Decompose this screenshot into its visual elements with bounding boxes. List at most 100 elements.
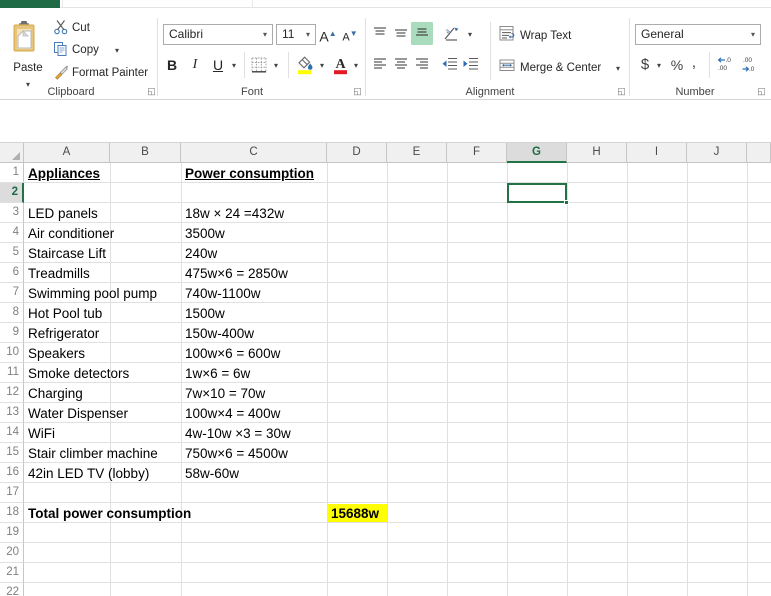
cell-a9-appliance[interactable]: Refrigerator: [25, 324, 99, 342]
bold-button[interactable]: B: [163, 55, 181, 75]
cell-c8-power[interactable]: 1500w: [182, 304, 225, 322]
row-header-6[interactable]: 6: [0, 263, 24, 283]
underline-button[interactable]: U: [209, 55, 227, 75]
row-header-16[interactable]: 16: [0, 463, 24, 483]
align-left-icon[interactable]: [371, 55, 389, 73]
orientation-icon[interactable]: a: [443, 24, 462, 43]
row-header-19[interactable]: 19: [0, 523, 24, 543]
cut-icon[interactable]: [53, 19, 69, 35]
cell-a4-appliance[interactable]: Air conditioner: [25, 224, 114, 242]
increase-decimal-icon[interactable]: .0 .00: [716, 56, 736, 74]
cell-c9-power[interactable]: 150w-400w: [182, 324, 254, 342]
clipboard-dialog-launcher[interactable]: ◱: [146, 86, 157, 97]
merge-center-icon[interactable]: [499, 57, 516, 74]
column-header-b[interactable]: B: [110, 143, 181, 163]
wrap-text-label[interactable]: Wrap Text: [520, 27, 571, 45]
paste-button[interactable]: Paste ▾: [4, 18, 52, 94]
row-header-9[interactable]: 9: [0, 323, 24, 343]
cell-c10-power[interactable]: 100w×6 = 600w: [182, 344, 280, 362]
column-header-f[interactable]: F: [447, 143, 507, 163]
column-header-i[interactable]: I: [627, 143, 687, 163]
number-format-combo[interactable]: General ▾: [635, 24, 761, 45]
cell-c1-power-header[interactable]: Power consumption: [182, 164, 314, 182]
decrease-decimal-icon[interactable]: .00 .0: [740, 56, 760, 74]
cell-a16-appliance[interactable]: 42in LED TV (lobby): [25, 464, 149, 482]
fill-color-caret-icon[interactable]: ▾: [316, 56, 328, 76]
cell-c5-power[interactable]: 240w: [182, 244, 217, 262]
orientation-caret-icon[interactable]: ▾: [464, 25, 476, 45]
cell-a15-appliance[interactable]: Stair climber machine: [25, 444, 158, 462]
row-header-15[interactable]: 15: [0, 443, 24, 463]
row-header-17[interactable]: 17: [0, 483, 24, 503]
grow-font-button[interactable]: A▲: [318, 24, 338, 45]
column-header-h[interactable]: H: [567, 143, 627, 163]
column-header-g[interactable]: G: [507, 143, 567, 163]
cell-c12-power[interactable]: 7w×10 = 70w: [182, 384, 265, 402]
cell-a12-appliance[interactable]: Charging: [25, 384, 83, 402]
cell-d18-total-value[interactable]: 15688w: [328, 504, 387, 522]
cell-a3-appliance[interactable]: LED panels: [25, 204, 98, 222]
percent-button[interactable]: %: [669, 55, 685, 75]
font-dialog-launcher[interactable]: ◱: [352, 86, 363, 97]
merge-center-caret-icon[interactable]: ▾: [612, 59, 624, 79]
cell-c4-power[interactable]: 3500w: [182, 224, 225, 242]
wrap-text-icon[interactable]: [499, 25, 516, 42]
cell-c7-power[interactable]: 740w-1100w: [182, 284, 261, 302]
cell-a10-appliance[interactable]: Speakers: [25, 344, 85, 362]
row-header-18[interactable]: 18: [0, 503, 24, 523]
row-header-3[interactable]: 3: [0, 203, 24, 223]
row-header-4[interactable]: 4: [0, 223, 24, 243]
cell-a8-appliance[interactable]: Hot Pool tub: [25, 304, 102, 322]
cell-a5-appliance[interactable]: Staircase Lift: [25, 244, 106, 262]
cell-c3-power[interactable]: 18w × 24 =432w: [182, 204, 284, 222]
cell-a6-appliance[interactable]: Treadmills: [25, 264, 90, 282]
font-color-caret-icon[interactable]: ▾: [350, 56, 362, 76]
cell-a13-appliance[interactable]: Water Dispenser: [25, 404, 128, 422]
cell-a18-total-label[interactable]: Total power consumption: [25, 504, 191, 522]
column-header-d[interactable]: D: [327, 143, 387, 163]
currency-button[interactable]: $: [638, 55, 652, 75]
select-all-corner[interactable]: [0, 143, 24, 163]
align-right-icon[interactable]: [413, 55, 431, 73]
align-center-icon[interactable]: [392, 55, 410, 73]
cell-c14-power[interactable]: 4w-10w ×3 = 30w: [182, 424, 291, 442]
row-header-10[interactable]: 10: [0, 343, 24, 363]
format-painter-label[interactable]: Format Painter: [72, 64, 148, 82]
row-header-2[interactable]: 2: [0, 183, 24, 203]
borders-caret-icon[interactable]: ▾: [270, 56, 282, 76]
shrink-font-button[interactable]: A▼: [340, 24, 360, 44]
currency-caret-icon[interactable]: ▾: [653, 56, 665, 76]
cell-c13-power[interactable]: 100w×4 = 400w: [182, 404, 280, 422]
italic-button[interactable]: I: [186, 55, 204, 75]
decrease-indent-icon[interactable]: [441, 55, 459, 73]
borders-icon[interactable]: [251, 57, 268, 74]
cut-label[interactable]: Cut: [72, 19, 90, 37]
top-align-icon[interactable]: [371, 24, 389, 42]
row-header-14[interactable]: 14: [0, 423, 24, 443]
row-header-21[interactable]: 21: [0, 563, 24, 583]
number-dialog-launcher[interactable]: ◱: [756, 86, 767, 97]
comma-button[interactable]: ,: [688, 53, 700, 73]
spreadsheet-grid[interactable]: ABCDEFGHIJ 1 2 3 4 5 6 7 8 9 10 11 12 13 14 15 16 17 18 19…: [0, 143, 771, 596]
increase-indent-icon[interactable]: [462, 55, 480, 73]
cell-a1-appliances-header[interactable]: Appliances: [25, 164, 100, 182]
cell-a14-appliance[interactable]: WiFi: [25, 424, 55, 442]
merge-center-label[interactable]: Merge & Center: [520, 59, 601, 77]
row-header-1[interactable]: 1: [0, 163, 24, 183]
copy-caret-icon[interactable]: ▾: [115, 42, 119, 60]
column-header-c[interactable]: C: [181, 143, 327, 163]
cell-c11-power[interactable]: 1w×6 = 6w: [182, 364, 250, 382]
middle-align-icon[interactable]: [392, 24, 410, 42]
column-header-a[interactable]: A: [24, 143, 110, 163]
cell-c6-power[interactable]: 475w×6 = 2850w: [182, 264, 288, 282]
font-name-combo[interactable]: Calibri ▾: [163, 24, 273, 45]
active-cell-selection[interactable]: [507, 183, 567, 203]
row-header-8[interactable]: 8: [0, 303, 24, 323]
font-color-icon[interactable]: A: [332, 55, 349, 75]
underline-caret-icon[interactable]: ▾: [228, 56, 240, 76]
column-header-j[interactable]: J: [687, 143, 747, 163]
font-size-combo[interactable]: 11 ▾: [276, 24, 316, 45]
row-header-13[interactable]: 13: [0, 403, 24, 423]
format-painter-icon[interactable]: [53, 64, 69, 80]
copy-icon[interactable]: [53, 41, 69, 57]
